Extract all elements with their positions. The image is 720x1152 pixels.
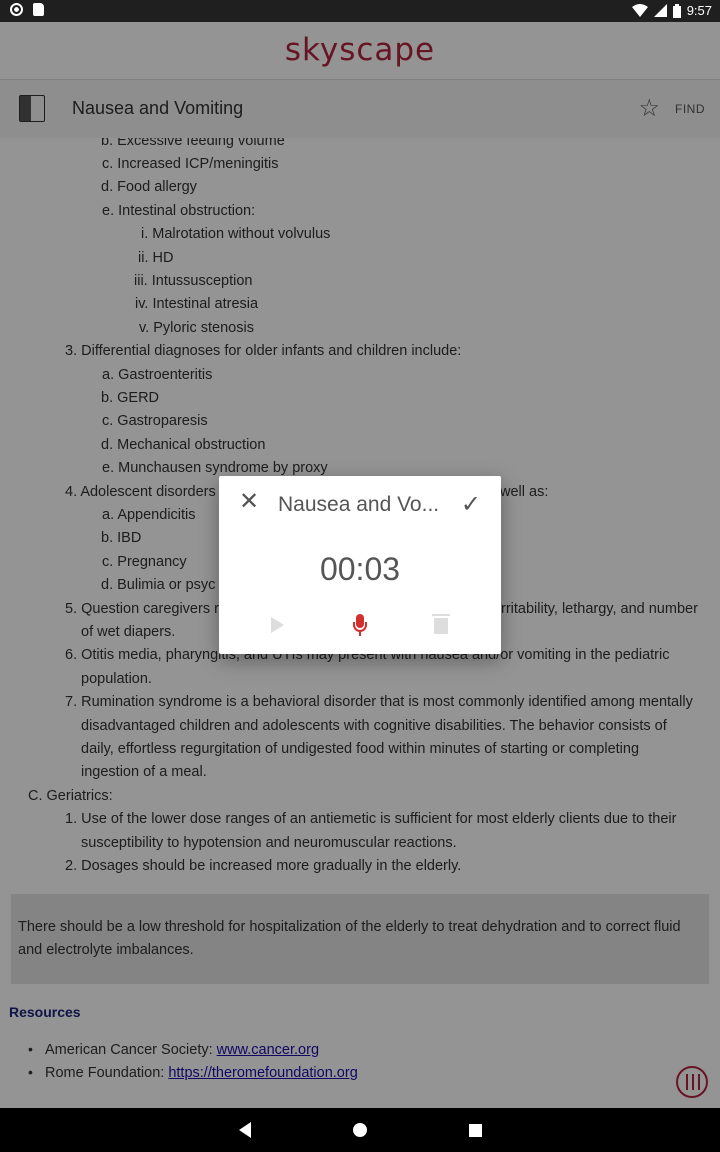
back-icon[interactable] bbox=[239, 1122, 251, 1138]
play-icon[interactable] bbox=[271, 617, 284, 633]
dialog-title: Nausea and Vo... bbox=[278, 493, 440, 516]
status-bar: 9:57 bbox=[0, 0, 720, 22]
sd-card-icon bbox=[33, 3, 44, 16]
home-icon[interactable] bbox=[353, 1123, 367, 1137]
recording-timer: 00:03 bbox=[319, 551, 401, 587]
trash-icon[interactable] bbox=[432, 614, 450, 634]
clock: 9:57 bbox=[686, 3, 712, 18]
microphone-icon[interactable] bbox=[352, 614, 368, 638]
system-nav-bar bbox=[0, 1108, 720, 1152]
signal-icon bbox=[653, 4, 667, 17]
checkmark-icon[interactable]: ✓ bbox=[461, 490, 481, 519]
close-icon[interactable]: ✕ bbox=[239, 490, 259, 514]
battery-icon bbox=[672, 3, 681, 18]
wifi-icon bbox=[631, 4, 648, 17]
record-icon bbox=[10, 3, 23, 16]
recent-apps-icon[interactable] bbox=[469, 1124, 482, 1137]
voice-note-dialog: ✕ Nausea and Vo... ✓ 00:03 bbox=[219, 476, 501, 654]
